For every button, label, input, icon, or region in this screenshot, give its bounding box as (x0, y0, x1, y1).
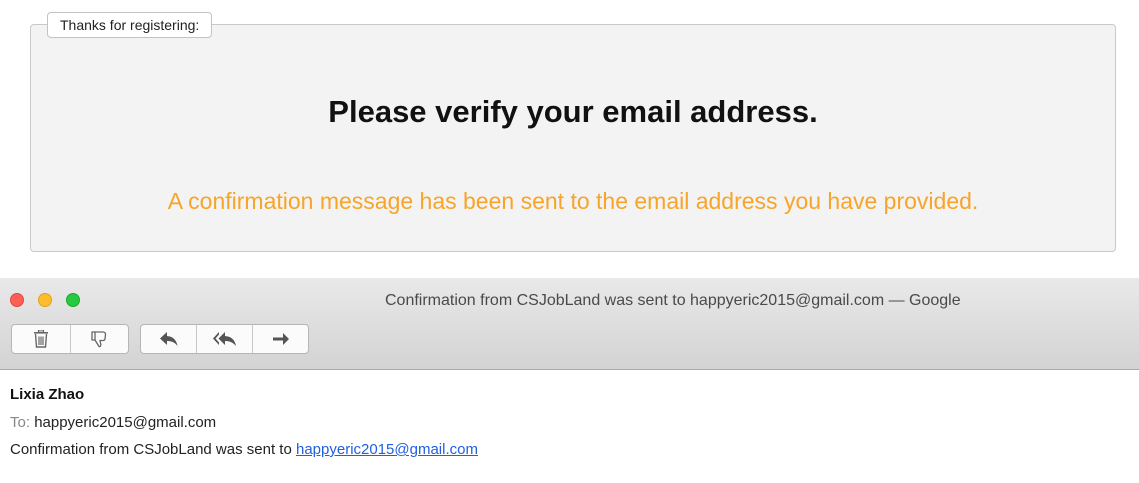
confirmation-message: A confirmation message has been sent to … (167, 188, 979, 214)
delete-junk-group (11, 324, 129, 354)
reply-button[interactable] (141, 325, 197, 353)
registration-legend: Thanks for registering: (47, 12, 213, 38)
window-zoom-button[interactable] (66, 293, 80, 307)
recipient-line: To: happyeric2015@gmail.com (10, 414, 216, 431)
body-text: Confirmation from CSJobLand was sent to (10, 441, 292, 458)
thumbs-down-icon (90, 330, 108, 348)
window-close-button[interactable] (10, 293, 24, 307)
email-link[interactable]: happyeric2015@gmail.com (296, 441, 478, 458)
forward-button[interactable] (253, 325, 308, 353)
trash-icon (33, 330, 49, 348)
reply-all-icon (212, 331, 238, 347)
sender-name: Lixia Zhao (10, 386, 85, 403)
delete-button[interactable] (12, 325, 71, 353)
message-body: Confirmation from CSJobLand was sent to … (10, 441, 478, 458)
window-title: Confirmation from CSJobLand was sent to … (385, 292, 961, 309)
forward-icon (272, 331, 290, 347)
window-minimize-button[interactable] (38, 293, 52, 307)
reply-forward-group (140, 324, 309, 354)
recipient-address[interactable]: happyeric2015@gmail.com (34, 414, 216, 431)
to-label: To: (10, 414, 31, 431)
verify-email-heading: Please verify your email address. (328, 94, 818, 129)
reply-icon (159, 331, 179, 347)
junk-button[interactable] (71, 325, 129, 353)
registration-panel (30, 24, 1116, 252)
reply-all-button[interactable] (197, 325, 253, 353)
